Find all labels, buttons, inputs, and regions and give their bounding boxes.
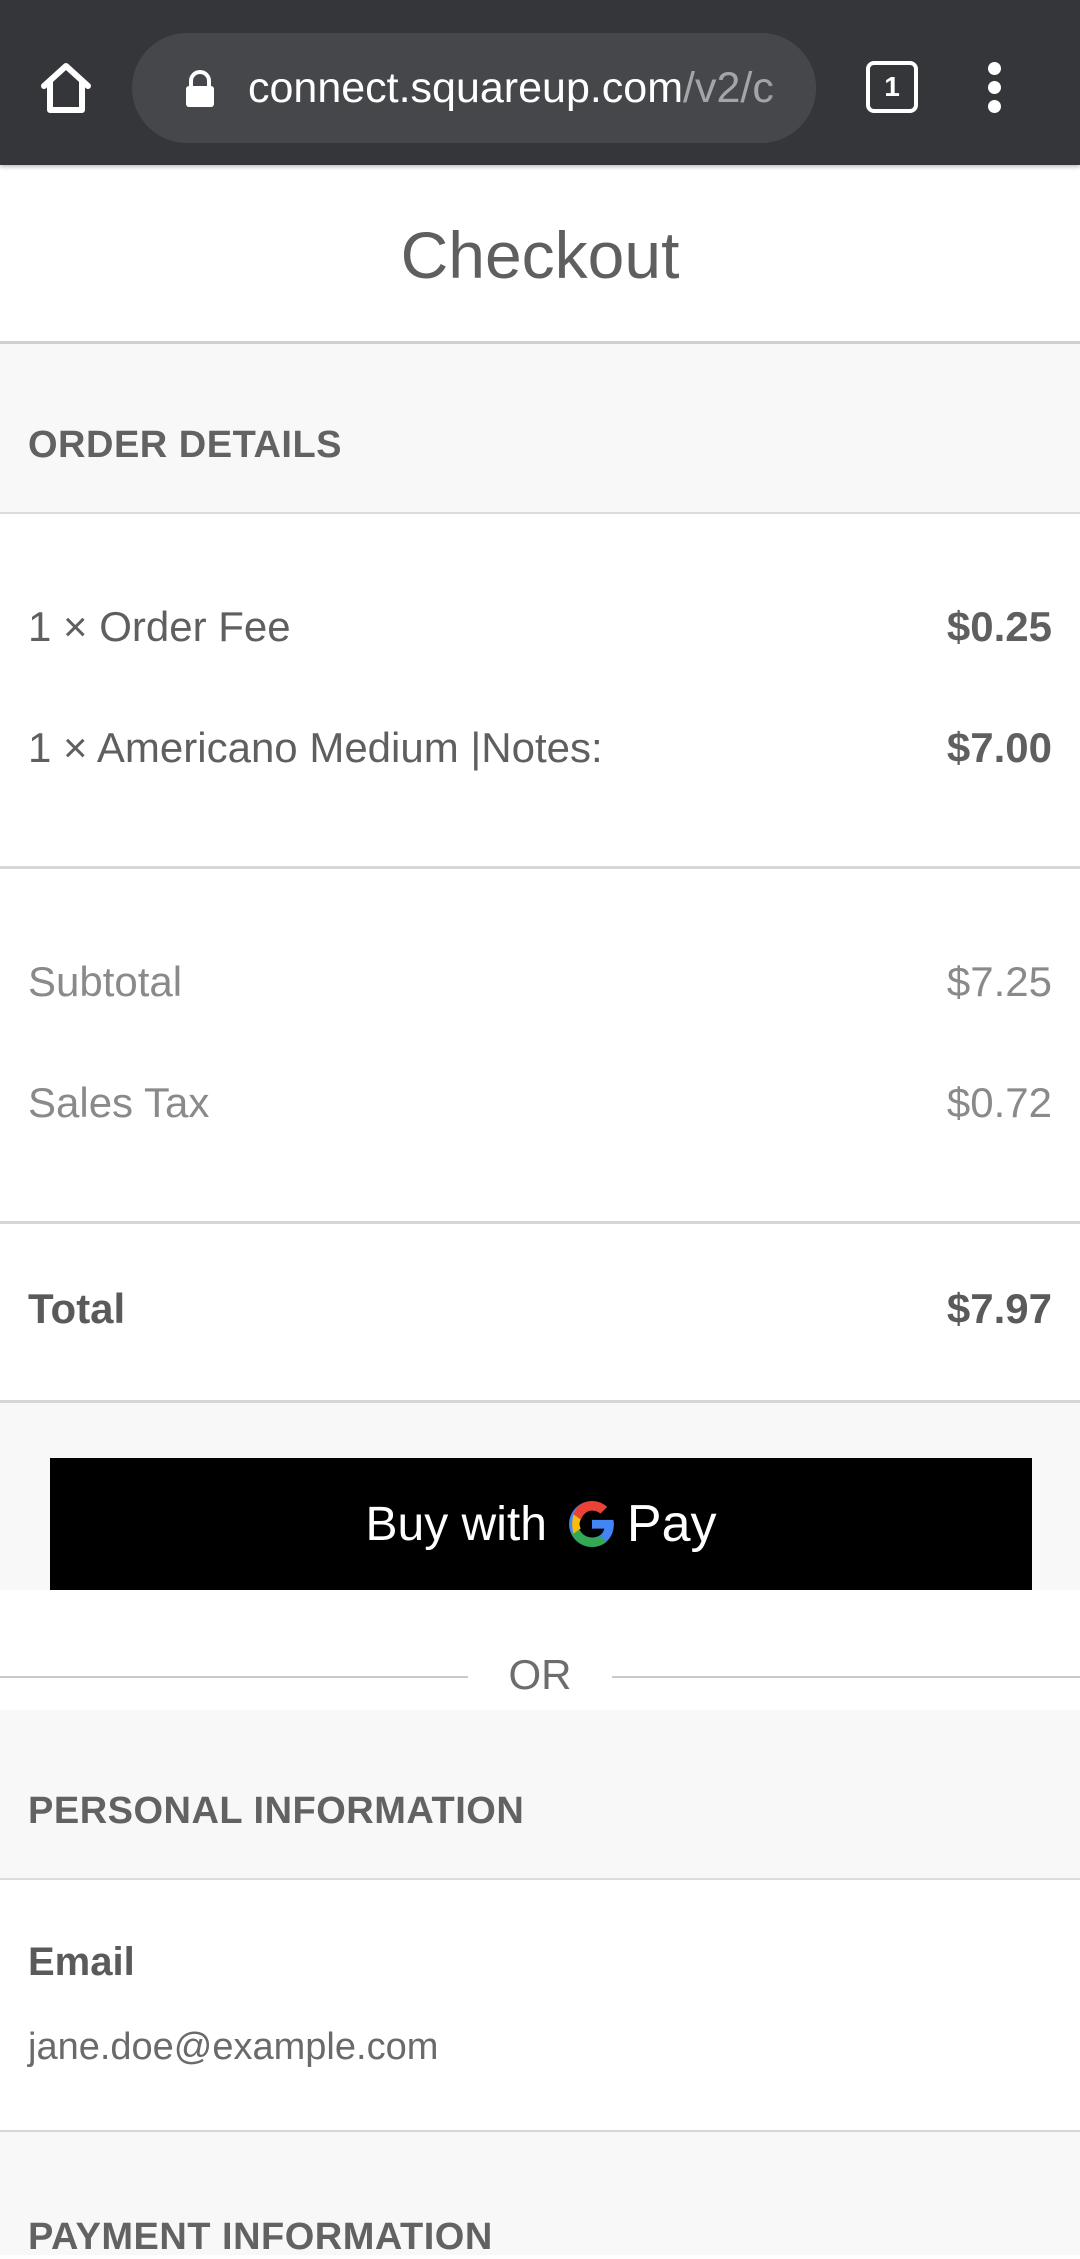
order-details-header: ORDER DETAILS xyxy=(0,344,1080,514)
url-fade xyxy=(766,33,816,143)
payment-information-header: PAYMENT INFORMATION xyxy=(0,2132,1080,2258)
home-button[interactable] xyxy=(30,52,102,124)
google-pay-button[interactable]: Buy with Pay xyxy=(50,1458,1032,1590)
divider xyxy=(0,866,1080,869)
divider xyxy=(0,1221,1080,1224)
total-label: Total xyxy=(28,1285,126,1332)
browser-toolbar: connect.squareup.com/v2/c 1 xyxy=(0,0,1080,165)
gpay-pay-label: Pay xyxy=(626,1495,717,1553)
home-icon xyxy=(41,63,91,113)
order-item: 1 × Americano Medium |Notes: $7.00 xyxy=(28,718,1052,778)
personal-information-header: PERSONAL INFORMATION xyxy=(0,1710,1080,1880)
sales-tax-value: $0.72 xyxy=(946,1079,1052,1126)
order-item-label: 1 × Americano Medium |Notes: xyxy=(28,724,603,771)
tab-switcher-button[interactable]: 1 xyxy=(866,61,918,113)
subtotal-label: Subtotal xyxy=(28,958,183,1005)
sales-tax-label: Sales Tax xyxy=(28,1079,210,1126)
order-item: 1 × Order Fee $0.25 xyxy=(28,597,1052,657)
url-text: connect.squareup.com/v2/c xyxy=(248,33,804,143)
total-value: $7.97 xyxy=(946,1285,1052,1332)
url-path: /v2/c xyxy=(683,64,774,112)
or-separator: OR xyxy=(0,1640,1080,1710)
or-label: OR xyxy=(508,1651,572,1698)
order-item-price: $7.00 xyxy=(946,724,1052,771)
order-item-label: 1 × Order Fee xyxy=(28,603,291,650)
page-title: Checkout xyxy=(400,218,680,292)
url-host: connect.squareup.com xyxy=(248,64,684,112)
separator-line-left xyxy=(0,1676,468,1678)
sales-tax-row: Sales Tax $0.72 xyxy=(28,1073,1052,1133)
overflow-menu-icon[interactable] xyxy=(980,62,1010,113)
payment-information-title: PAYMENT INFORMATION xyxy=(28,2216,493,2258)
subtotal-value: $7.25 xyxy=(946,958,1052,1005)
email-field[interactable]: jane.doe@example.com xyxy=(28,2026,438,2069)
tab-count: 1 xyxy=(866,61,918,113)
separator-line-right xyxy=(612,1676,1080,1678)
subtotal-row: Subtotal $7.25 xyxy=(28,952,1052,1012)
order-details-title: ORDER DETAILS xyxy=(28,424,343,466)
email-label: Email xyxy=(28,1940,135,1984)
page-header: Checkout xyxy=(0,165,1080,344)
total-row: Total $7.97 xyxy=(28,1279,1052,1339)
lock-icon xyxy=(186,70,214,107)
order-item-price: $0.25 xyxy=(946,603,1052,650)
google-g-icon xyxy=(568,1501,614,1547)
gpay-buy-label: Buy with xyxy=(365,1497,547,1551)
personal-information-title: PERSONAL INFORMATION xyxy=(28,1790,525,1832)
address-bar[interactable]: connect.squareup.com/v2/c xyxy=(132,33,816,143)
